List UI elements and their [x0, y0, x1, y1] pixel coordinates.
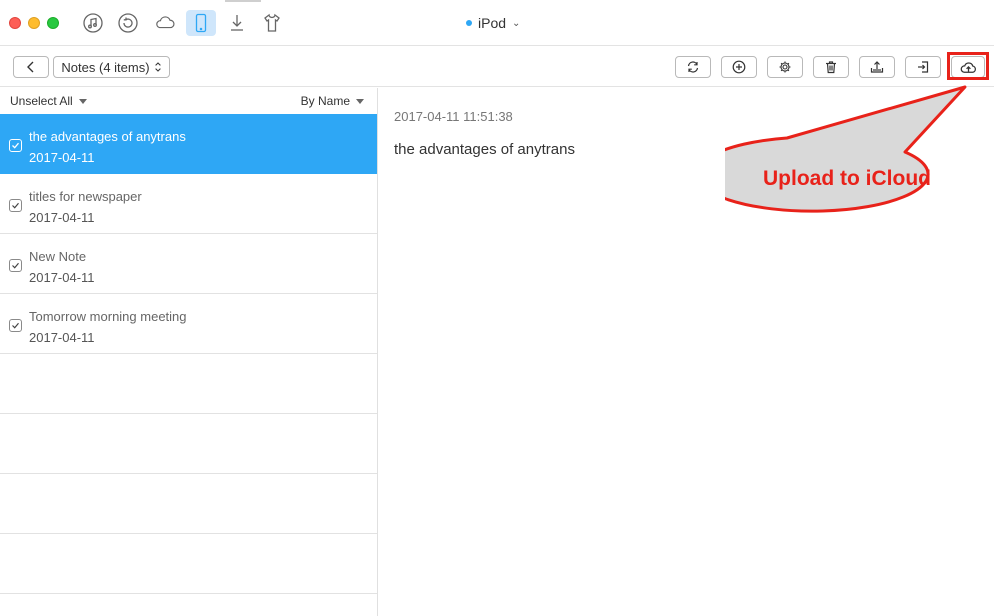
note-timestamp: 2017-04-11 11:51:38 — [394, 109, 513, 124]
annotation-callout — [725, 85, 967, 213]
device-name: iPod — [478, 15, 507, 31]
notes-list-pane: Unselect All By Name the advantages of a… — [0, 88, 378, 616]
device-selector[interactable]: iPod ⌄ — [466, 14, 520, 32]
unselect-all-label: Unselect All — [10, 94, 73, 108]
list-header: Unselect All By Name — [0, 88, 377, 114]
unselect-all-dropdown[interactable]: Unselect All — [10, 94, 87, 108]
send-to-device-icon — [870, 61, 884, 73]
note-checkbox[interactable] — [9, 319, 22, 332]
export-to-computer-button[interactable] — [905, 56, 941, 78]
category-dropdown[interactable]: Notes (4 items) — [53, 56, 170, 78]
empty-list-row — [0, 414, 377, 474]
note-date: 2017-04-11 — [29, 330, 95, 345]
upload-highlight-box — [947, 52, 989, 80]
updown-chevron-icon — [154, 62, 161, 72]
caret-down-icon — [356, 98, 364, 104]
back-button[interactable] — [13, 56, 49, 78]
chevron-down-icon: ⌄ — [512, 17, 521, 29]
backup-restore-icon[interactable] — [113, 10, 143, 36]
note-date: 2017-04-11 — [29, 270, 95, 285]
close-window-button[interactable] — [9, 17, 21, 29]
note-list-item[interactable]: Tomorrow morning meeting 2017-04-11 — [0, 294, 377, 354]
note-body[interactable]: the advantages of anytrans — [394, 141, 575, 158]
empty-list-row — [0, 474, 377, 534]
note-checkbox[interactable] — [9, 139, 22, 152]
export-icon — [918, 61, 929, 73]
ringtone-shirt-icon[interactable] — [257, 10, 287, 36]
checkmark-icon — [12, 262, 19, 269]
minimize-window-button[interactable] — [28, 17, 40, 29]
itunes-library-icon[interactable] — [78, 10, 108, 36]
note-date: 2017-04-11 — [29, 210, 95, 225]
sort-dropdown[interactable]: By Name — [301, 94, 364, 108]
settings-button[interactable] — [767, 56, 803, 78]
send-to-device-button[interactable] — [859, 56, 895, 78]
caret-down-icon — [78, 98, 87, 104]
tab-marker — [225, 0, 261, 2]
checkmark-icon — [12, 142, 19, 149]
note-title: Tomorrow morning meeting — [29, 309, 187, 324]
checkmark-icon — [12, 322, 19, 329]
empty-list-row — [0, 354, 377, 414]
device-status-dot — [466, 20, 472, 26]
chevron-left-icon — [27, 61, 34, 73]
note-date: 2017-04-11 — [29, 150, 95, 165]
note-checkbox[interactable] — [9, 259, 22, 272]
toolbar: Notes (4 items) — [0, 47, 994, 87]
checkmark-icon — [12, 202, 19, 209]
empty-list-row — [0, 534, 377, 594]
add-button[interactable] — [721, 56, 757, 78]
note-title: the advantages of anytrans — [29, 129, 186, 144]
note-list-item[interactable]: the advantages of anytrans 2017-04-11 — [0, 114, 377, 174]
icloud-icon[interactable] — [150, 10, 180, 36]
refresh-button[interactable] — [675, 56, 711, 78]
note-checkbox[interactable] — [9, 199, 22, 212]
sort-label: By Name — [300, 94, 350, 108]
title-bar: iPod ⌄ — [0, 0, 994, 46]
note-list-item[interactable]: titles for newspaper 2017-04-11 — [0, 174, 377, 234]
note-title: titles for newspaper — [29, 189, 142, 204]
category-label: Notes (4 items) — [61, 59, 150, 75]
note-list-item[interactable]: New Note 2017-04-11 — [0, 234, 377, 294]
download-icon[interactable] — [222, 10, 252, 36]
annotation-label: Upload to iCloud — [763, 167, 931, 190]
anytrans-window: iPod ⌄ Notes (4 items) Unselect All By N… — [0, 0, 994, 616]
refresh-icon — [687, 61, 699, 73]
trash-icon — [826, 61, 836, 74]
gear-icon — [779, 61, 791, 73]
add-icon — [732, 60, 746, 74]
note-title: New Note — [29, 249, 87, 264]
zoom-window-button[interactable] — [47, 17, 59, 29]
device-icon[interactable] — [186, 10, 216, 36]
delete-button[interactable] — [813, 56, 849, 78]
